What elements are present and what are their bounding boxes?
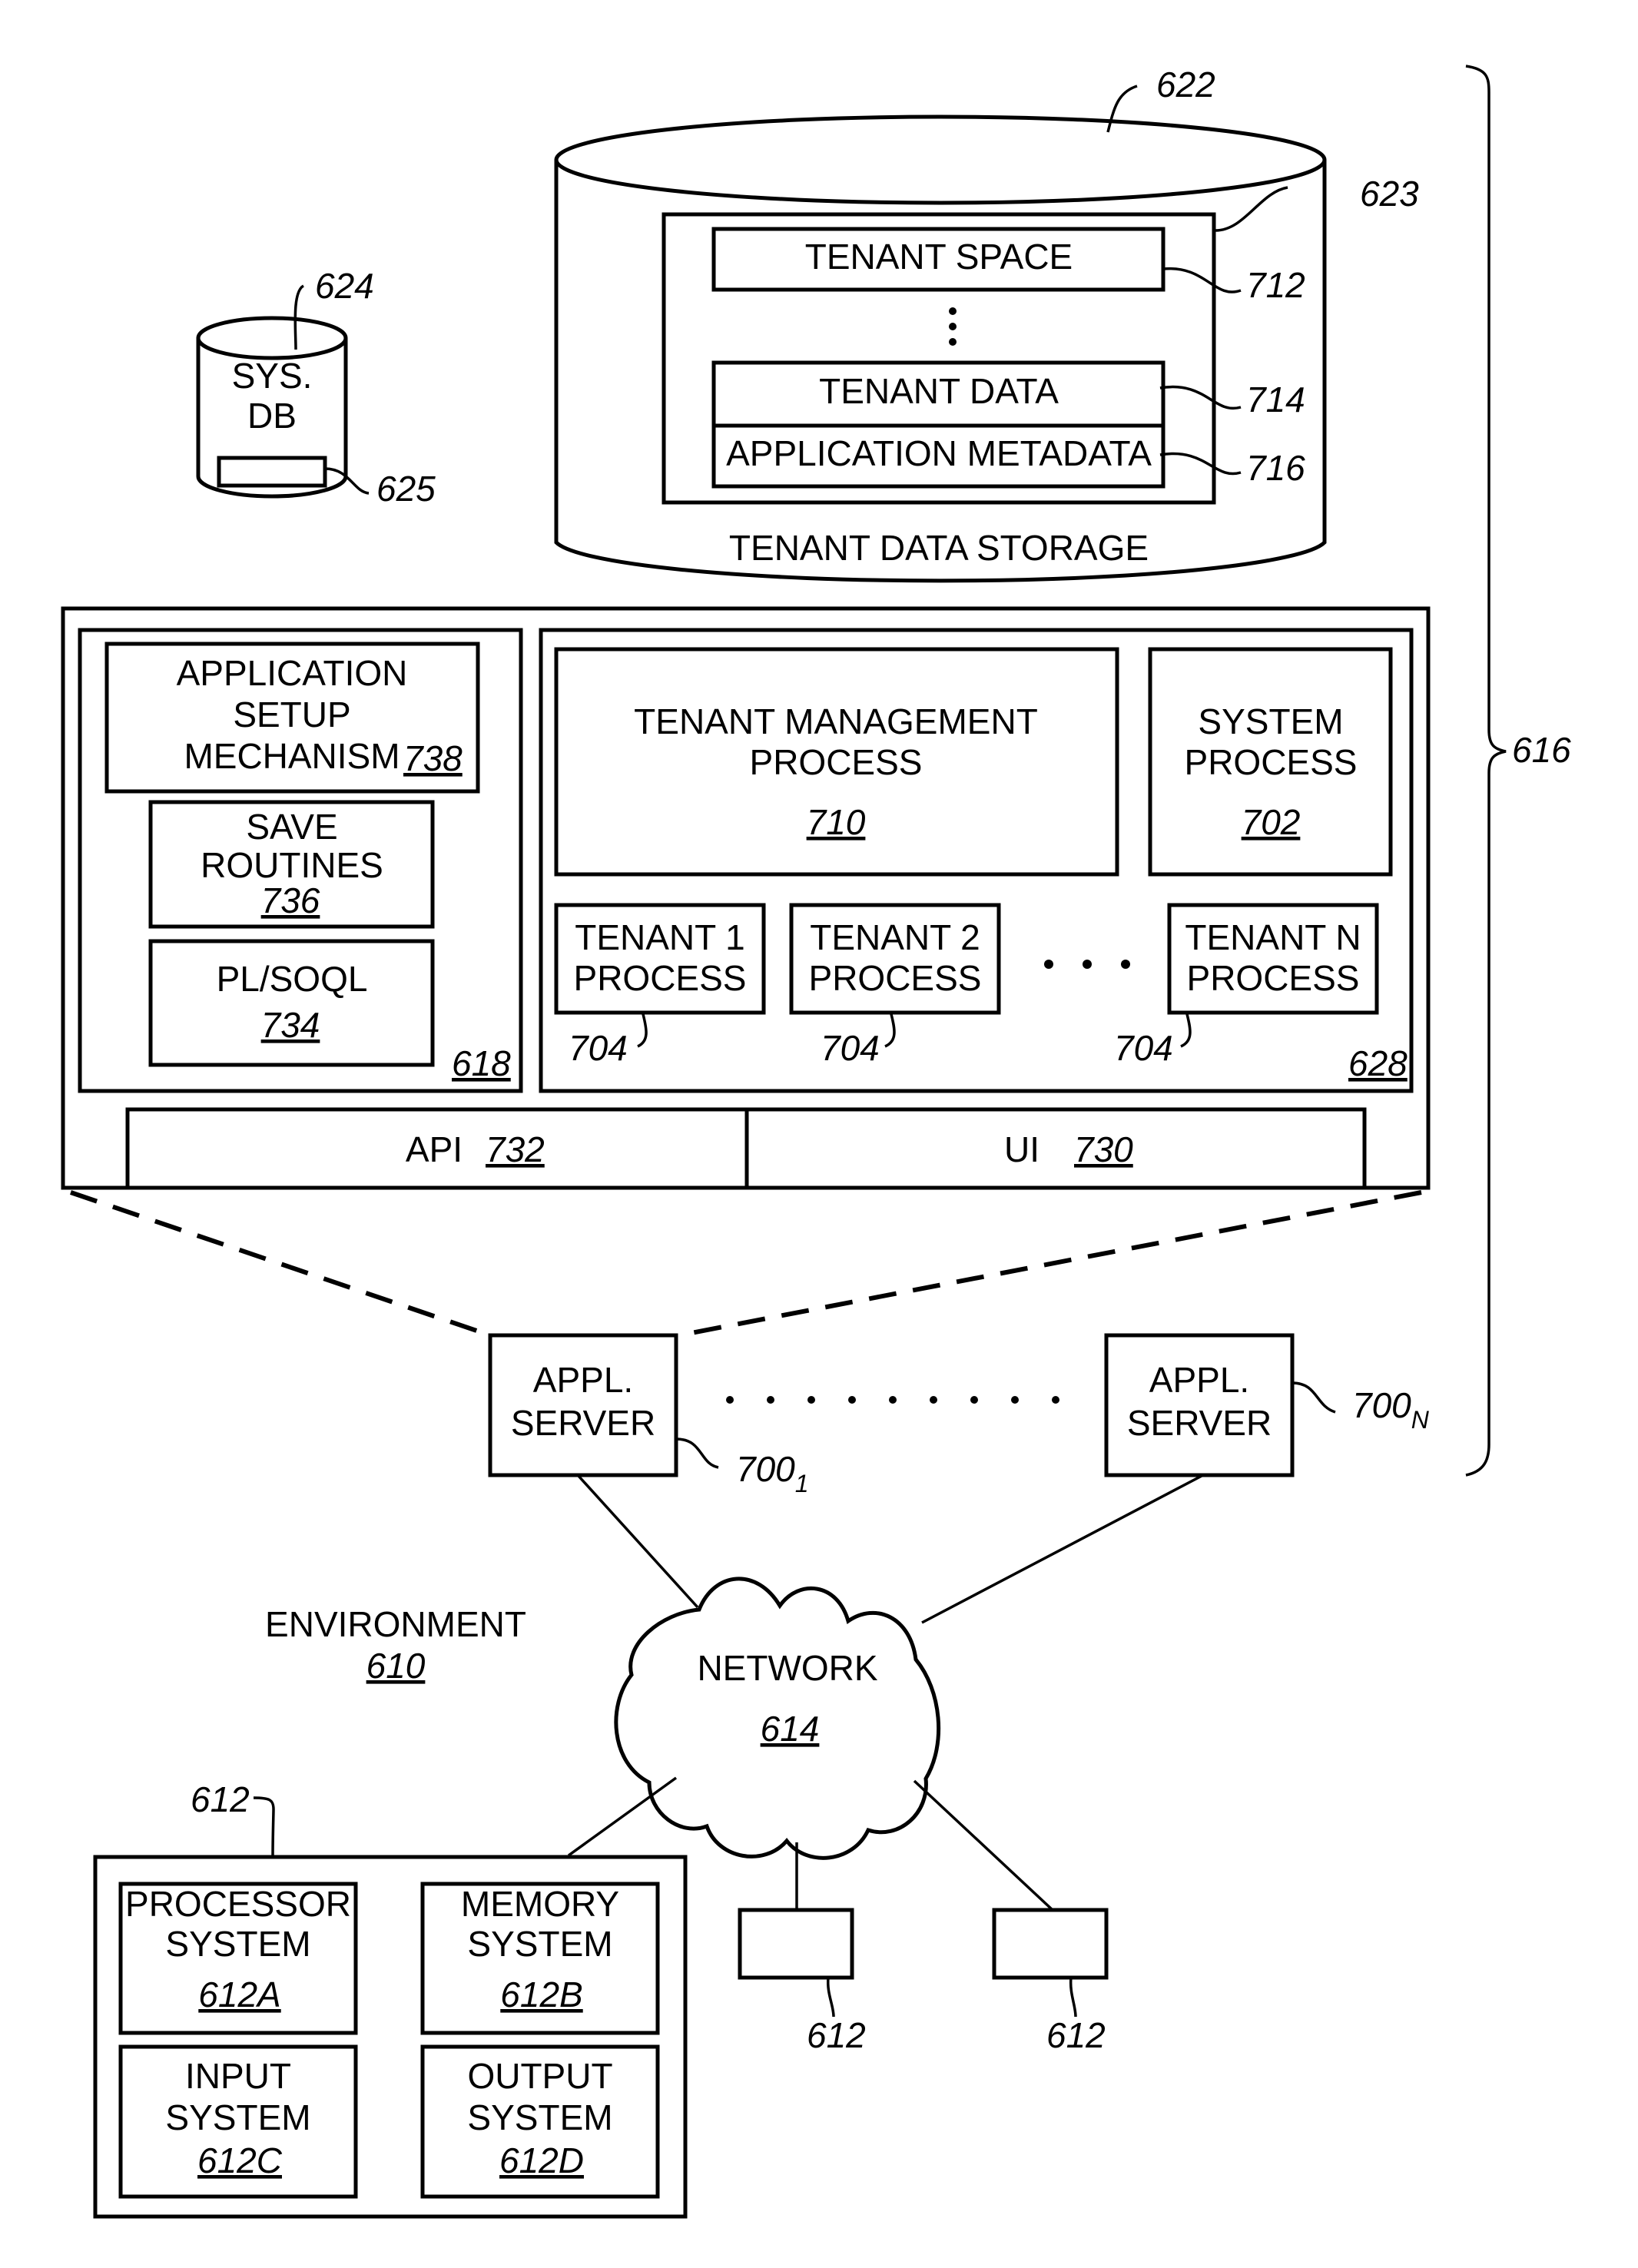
ref-738: 738	[403, 738, 463, 778]
tenant-storage-label: TENANT DATA STORAGE	[729, 528, 1149, 568]
ref-710: 710	[807, 802, 866, 842]
link-servern-network	[921, 1474, 1204, 1624]
ref-612-main: 612	[191, 1779, 250, 1819]
ref-612b: 612B	[500, 1975, 582, 2014]
client-3-box	[992, 1908, 1109, 1980]
tenant-n-line1: TENANT N	[1185, 917, 1361, 957]
ref-700-1: 7001	[736, 1449, 809, 1497]
ref-622: 622	[1156, 65, 1215, 104]
leader-700-1	[675, 1437, 719, 1469]
leader-612-main	[253, 1796, 275, 1858]
sys-db-inner	[217, 456, 327, 488]
ref-625: 625	[376, 469, 436, 509]
app-setup-line3: MECHANISM	[184, 736, 400, 776]
ref-732: 732	[486, 1129, 545, 1169]
ref-612-client-3: 612	[1046, 2015, 1106, 2055]
app-server-1-line1: APPL.	[533, 1360, 633, 1400]
memory-line2: SYSTEM	[467, 1924, 612, 1964]
ref-612-client-2: 612	[807, 2015, 866, 2055]
app-setup-line1: APPLICATION	[177, 653, 408, 693]
ref-616: 616	[1512, 730, 1571, 770]
api-label: API	[406, 1129, 463, 1169]
link-network-client-3	[913, 1779, 1054, 1912]
ref-714: 714	[1246, 380, 1305, 419]
leader-622	[1106, 85, 1138, 133]
network-cloud: NETWORK 614	[614, 1577, 941, 1860]
tenant-data-storage: TENANT SPACE TENANT DATA APPLICATION MET…	[554, 65, 1419, 583]
app-server-n: APPL. SERVER 700N	[1104, 1333, 1430, 1477]
system-process-line1: SYSTEM	[1198, 701, 1343, 741]
leader-612-client-3	[1069, 1977, 1077, 2018]
tenant-space-label: TENANT SPACE	[805, 237, 1073, 277]
zoom-line-left	[70, 1190, 491, 1338]
tenant-mgmt-line2: PROCESS	[750, 742, 923, 782]
app-metadata-label: APPLICATION METADATA	[726, 433, 1152, 473]
app-server-n-line2: SERVER	[1127, 1403, 1272, 1443]
environment-diagram: TENANT SPACE TENANT DATA APPLICATION MET…	[61, 65, 1571, 2219]
ref-702: 702	[1242, 802, 1301, 842]
ref-623: 623	[1360, 174, 1419, 214]
ref-704-n: 704	[1114, 1028, 1173, 1068]
system-process-line2: PROCESS	[1185, 742, 1358, 782]
ref-730: 730	[1074, 1129, 1133, 1169]
save-routines-line1: SAVE	[246, 807, 337, 847]
client-2: 612	[738, 1908, 866, 2055]
tenant-n-line2: PROCESS	[1187, 958, 1360, 998]
processor-line1: PROCESSOR	[125, 1884, 351, 1924]
ref-734: 734	[261, 1005, 320, 1045]
app-server-n-line1: APPL.	[1149, 1360, 1249, 1400]
processor-line2: SYSTEM	[165, 1924, 310, 1964]
plsoql-label: PL/SOQL	[217, 959, 368, 999]
tenant-mgmt-line1: TENANT MANAGEMENT	[634, 701, 1038, 741]
vertical-ellipsis	[949, 307, 957, 346]
memory-line1: MEMORY	[461, 1884, 619, 1924]
brace-616	[1465, 65, 1507, 1477]
client-3: 612	[992, 1908, 1109, 2055]
ref-704-2: 704	[821, 1028, 880, 1068]
ref-712: 712	[1246, 265, 1305, 305]
ref-700-n: 700N	[1352, 1385, 1430, 1434]
ref-612d: 612D	[499, 2140, 584, 2180]
sys-db-line1: SYS.	[232, 356, 313, 396]
leader-612-client-2	[826, 1977, 835, 2018]
app-server-detail: APPLICATION SETUP MECHANISM 738 SAVE ROU…	[61, 606, 1431, 1190]
app-server-1-line2: SERVER	[511, 1403, 655, 1443]
output-line2: SYSTEM	[467, 2097, 612, 2137]
sys-db: SYS. DB 624 625	[196, 266, 436, 509]
leader-700-n	[1292, 1381, 1336, 1414]
ref-736: 736	[261, 880, 320, 920]
environment-label: ENVIRONMENT	[265, 1604, 526, 1644]
ui-label: UI	[1004, 1129, 1040, 1169]
input-line1: INPUT	[185, 2056, 291, 2096]
output-line1: OUTPUT	[467, 2056, 612, 2096]
ref-628: 628	[1348, 1043, 1408, 1083]
leader-623	[1215, 186, 1288, 232]
tenant-data-label: TENANT DATA	[819, 371, 1059, 411]
tenant-2-line1: TENANT 2	[810, 917, 980, 957]
ref-618: 618	[452, 1043, 511, 1083]
network-label: NETWORK	[697, 1648, 877, 1688]
ref-612c: 612C	[197, 2140, 283, 2180]
user-system-612: 612 PROCESSOR SYSTEM 612A MEMORY SYSTEM …	[93, 1779, 688, 2219]
client-2-box	[738, 1908, 854, 1980]
app-server-1: APPL. SERVER 7001	[488, 1333, 809, 1497]
tenant-1-line1: TENANT 1	[575, 917, 745, 957]
sys-db-line2: DB	[247, 396, 297, 436]
system-brace: 616	[1465, 65, 1571, 1477]
app-setup-line2: SETUP	[233, 695, 350, 734]
zoom-line-right	[678, 1190, 1422, 1338]
tenant-1-line2: PROCESS	[574, 958, 747, 998]
link-network-user	[567, 1776, 678, 1857]
save-routines-line2: ROUTINES	[201, 845, 383, 885]
ref-716: 716	[1246, 448, 1305, 488]
ref-614: 614	[761, 1709, 820, 1749]
tenant-2-line2: PROCESS	[809, 958, 982, 998]
ref-610: 610	[366, 1646, 426, 1686]
ref-624: 624	[315, 266, 374, 306]
server-ellipsis	[726, 1396, 1059, 1404]
input-line2: SYSTEM	[165, 2097, 310, 2137]
ref-612a: 612A	[198, 1975, 280, 2014]
link-server1-network	[576, 1474, 699, 1609]
ref-704-1: 704	[569, 1028, 628, 1068]
